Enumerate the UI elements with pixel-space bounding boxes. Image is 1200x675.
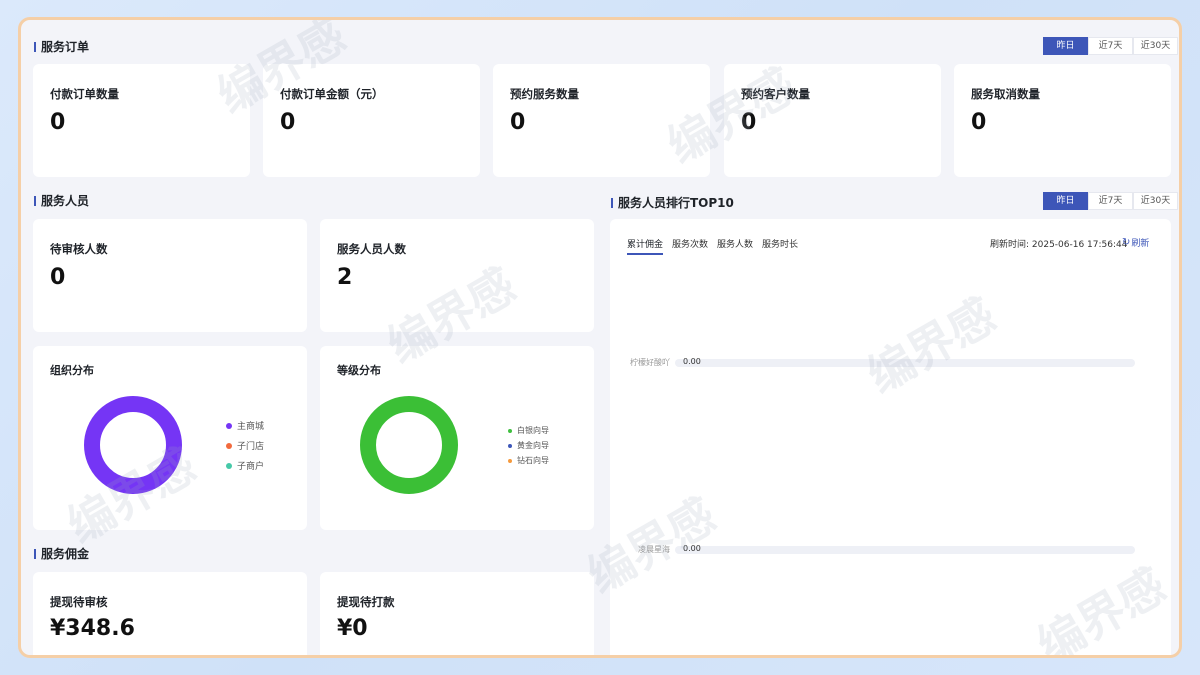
stat-label: 服务人员人数: [337, 242, 406, 256]
ranking-row: 柠檬好酸吖 0.00: [610, 357, 1140, 369]
stat-value: 0: [50, 110, 66, 135]
stat-label: 待审核人数: [50, 242, 108, 256]
level-distribution-card: 等级分布 白银向导 黄金向导 钻石向导: [320, 346, 594, 530]
level-donut-chart: [360, 396, 458, 494]
ranking-tab-yesterday[interactable]: 昨日: [1043, 192, 1088, 210]
stat-label: 付款订单数量: [50, 87, 119, 101]
ranking-tab-duration[interactable]: 服务时长: [762, 237, 798, 255]
stat-card-booked-services: 预约服务数量 0: [493, 64, 710, 177]
refresh-label: 刷新: [1131, 239, 1150, 249]
stat-value: 2: [337, 265, 353, 290]
ranking-row-value: 0.00: [683, 357, 701, 366]
stat-label: 服务取消数量: [971, 87, 1040, 101]
org-donut-chart: [84, 396, 182, 494]
legend-dot-icon: [226, 442, 232, 449]
org-legend-item: 主商城: [226, 419, 264, 432]
legend-dot-icon: [226, 422, 232, 429]
ranking-row-bar: [675, 546, 1135, 554]
ranking-section-title: 服务人员排行TOP10: [611, 196, 734, 210]
ranking-tabs: 累计佣金 服务次数 服务人数 服务时长: [627, 237, 807, 255]
stat-card-paid-amount: 付款订单金额（元） 0: [263, 64, 480, 177]
ranking-tab-commission[interactable]: 累计佣金: [627, 237, 664, 255]
orders-tab-yesterday[interactable]: 昨日: [1043, 37, 1088, 55]
legend-dot-icon: [508, 428, 512, 433]
stat-value: 0: [280, 110, 296, 135]
legend-dot-icon: [226, 462, 232, 469]
legend-label: 子门店: [237, 442, 265, 452]
level-legend-item: 黄金向导: [508, 440, 549, 451]
dashboard-frame: 服务订单 昨日 近7天 近30天 付款订单数量 0 付款订单金额（元） 0 预约…: [18, 17, 1182, 658]
stat-card-cancellations: 服务取消数量 0: [954, 64, 1171, 177]
orders-tab-7days[interactable]: 近7天: [1088, 37, 1133, 55]
orders-section-title: 服务订单: [34, 40, 89, 54]
org-distribution-card: 组织分布 主商城 子门店 子商户: [33, 346, 307, 530]
legend-label: 子商户: [237, 462, 265, 472]
ranking-row-name: 凌晨星海: [638, 545, 670, 554]
ranking-tab-30days[interactable]: 近30天: [1133, 192, 1178, 210]
ranking-card: 累计佣金 服务次数 服务人数 服务时长 刷新时间: 2025-06-16 17:…: [610, 219, 1171, 655]
legend-label: 白银向导: [517, 426, 549, 435]
ranking-tab-7days[interactable]: 近7天: [1088, 192, 1133, 210]
orders-period-tabs: 昨日 近7天 近30天: [1043, 37, 1178, 55]
stat-card-withdraw-payout: 提现待打款 ¥0: [320, 572, 594, 655]
legend-label: 黄金向导: [517, 441, 549, 450]
level-legend-item: 白银向导: [508, 425, 549, 436]
stat-label: 提现待打款: [337, 595, 395, 609]
org-legend: 主商城 子门店 子商户: [226, 419, 264, 472]
ranking-row: 凌晨星海 0.00: [610, 544, 1140, 556]
legend-label: 钻石向导: [517, 456, 549, 465]
level-legend: 白银向导 黄金向导 钻石向导: [508, 425, 549, 466]
stat-card-staff-count: 服务人员人数 2: [320, 219, 594, 332]
ranking-row-value: 0.00: [683, 544, 701, 553]
legend-dot-icon: [508, 443, 512, 448]
refresh-time: 刷新时间: 2025-06-16 17:56:44: [990, 240, 1128, 250]
stat-label: 预约服务数量: [510, 87, 579, 101]
ranking-period-tabs: 昨日 近7天 近30天: [1043, 192, 1178, 210]
org-legend-item: 子商户: [226, 459, 264, 472]
org-distribution-title: 组织分布: [50, 364, 94, 377]
refresh-button[interactable]: ↻ 刷新: [1122, 236, 1149, 249]
stat-card-booked-customers: 预约客户数量 0: [724, 64, 941, 177]
stat-label: 预约客户数量: [741, 87, 810, 101]
ranking-tab-service-count[interactable]: 服务次数: [672, 237, 708, 255]
stat-value: 0: [741, 110, 757, 135]
ranking-row-bar: [675, 359, 1135, 367]
org-donut-ring: [84, 396, 182, 494]
org-legend-item: 子门店: [226, 439, 264, 452]
stat-card-paid-orders: 付款订单数量 0: [33, 64, 250, 177]
stat-card-withdraw-review: 提现待审核 ¥348.6: [33, 572, 307, 655]
stat-label: 付款订单金额（元）: [280, 87, 384, 101]
legend-label: 主商城: [237, 422, 265, 432]
refresh-icon: ↻: [1122, 237, 1131, 248]
ranking-tab-customer-count[interactable]: 服务人数: [717, 237, 753, 255]
ranking-row-name: 柠檬好酸吖: [630, 358, 670, 367]
stat-value: ¥348.6: [50, 616, 135, 641]
orders-tab-30days[interactable]: 近30天: [1133, 37, 1178, 55]
stat-label: 提现待审核: [50, 595, 108, 609]
stat-value: 0: [971, 110, 987, 135]
stat-value: 0: [510, 110, 526, 135]
legend-dot-icon: [508, 458, 512, 463]
level-distribution-title: 等级分布: [337, 364, 381, 377]
staff-section-title: 服务人员: [34, 194, 89, 208]
stat-card-pending-review: 待审核人数 0: [33, 219, 307, 332]
stat-value: 0: [50, 265, 66, 290]
level-legend-item: 钻石向导: [508, 455, 549, 466]
commission-section-title: 服务佣金: [34, 547, 89, 561]
stat-value: ¥0: [337, 616, 368, 641]
level-donut-ring: [360, 396, 458, 494]
